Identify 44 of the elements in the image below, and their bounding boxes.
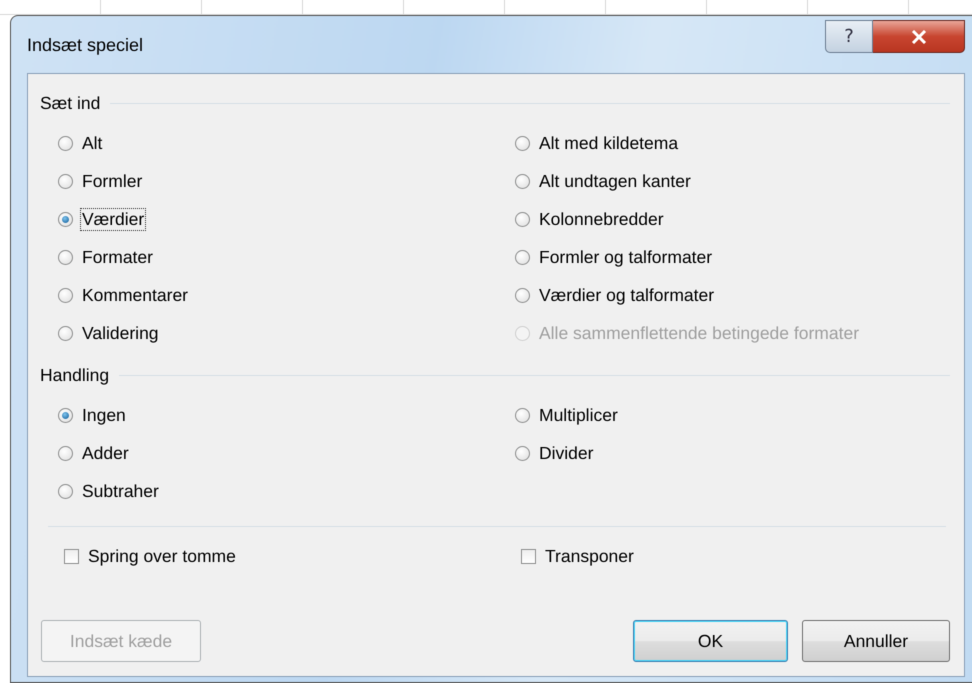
radio-label[interactable]: Multiplicer [537,404,620,426]
radio-label[interactable]: Ingen [80,404,128,426]
radio-label[interactable]: Værdier [80,208,146,230]
dialog-button[interactable]: Annuller [802,620,950,662]
radio-label[interactable]: Adder [80,442,131,464]
radio-button[interactable] [58,136,73,150]
radio-label[interactable]: Kommentarer [80,284,190,306]
radio-label[interactable]: Formler og talformater [537,246,714,268]
checkbox[interactable] [64,548,79,564]
radio-button[interactable] [515,174,530,188]
radio-button[interactable] [58,484,73,498]
radio-button[interactable] [515,212,530,226]
radio-button[interactable] [58,446,73,460]
checkbox[interactable] [521,548,536,564]
radio-label[interactable]: Divider [537,442,596,464]
radio-button[interactable] [515,250,530,264]
radio-button[interactable] [58,408,73,422]
radio-label[interactable]: Alt undtagen kanter [537,170,693,192]
radio-button[interactable] [58,212,73,226]
radio-label[interactable]: Formler [80,170,144,192]
section-heading: Sæt ind [40,92,100,114]
dialog-button[interactable]: OK [633,620,788,662]
checkbox-label[interactable]: Transponer [543,544,636,568]
radio-button[interactable] [515,446,530,460]
radio-button[interactable] [58,250,73,264]
radio-label[interactable]: Alt [80,132,104,154]
window-title: Indsæt speciel [27,35,144,56]
radio-label[interactable]: Værdier og talformater [537,284,716,306]
radio-button[interactable] [515,408,530,422]
help-button[interactable]: ? [825,20,873,53]
section-heading: Handling [40,364,110,386]
checkbox-label[interactable]: Spring over tomme [86,544,238,568]
radio-label[interactable]: Validering [80,322,161,344]
radio-label[interactable]: Alt med kildetema [537,132,680,154]
radio-button[interactable] [515,288,530,302]
radio-label[interactable]: Kolonnebredder [537,208,666,230]
radio-label[interactable]: Formater [80,246,155,268]
radio-button[interactable] [58,288,73,302]
radio-button[interactable] [515,136,530,150]
radio-label[interactable]: Subtraher [80,480,161,502]
close-icon [910,30,926,44]
radio-button[interactable] [58,326,73,340]
close-button[interactable] [873,20,965,53]
radio-button[interactable] [58,174,73,188]
